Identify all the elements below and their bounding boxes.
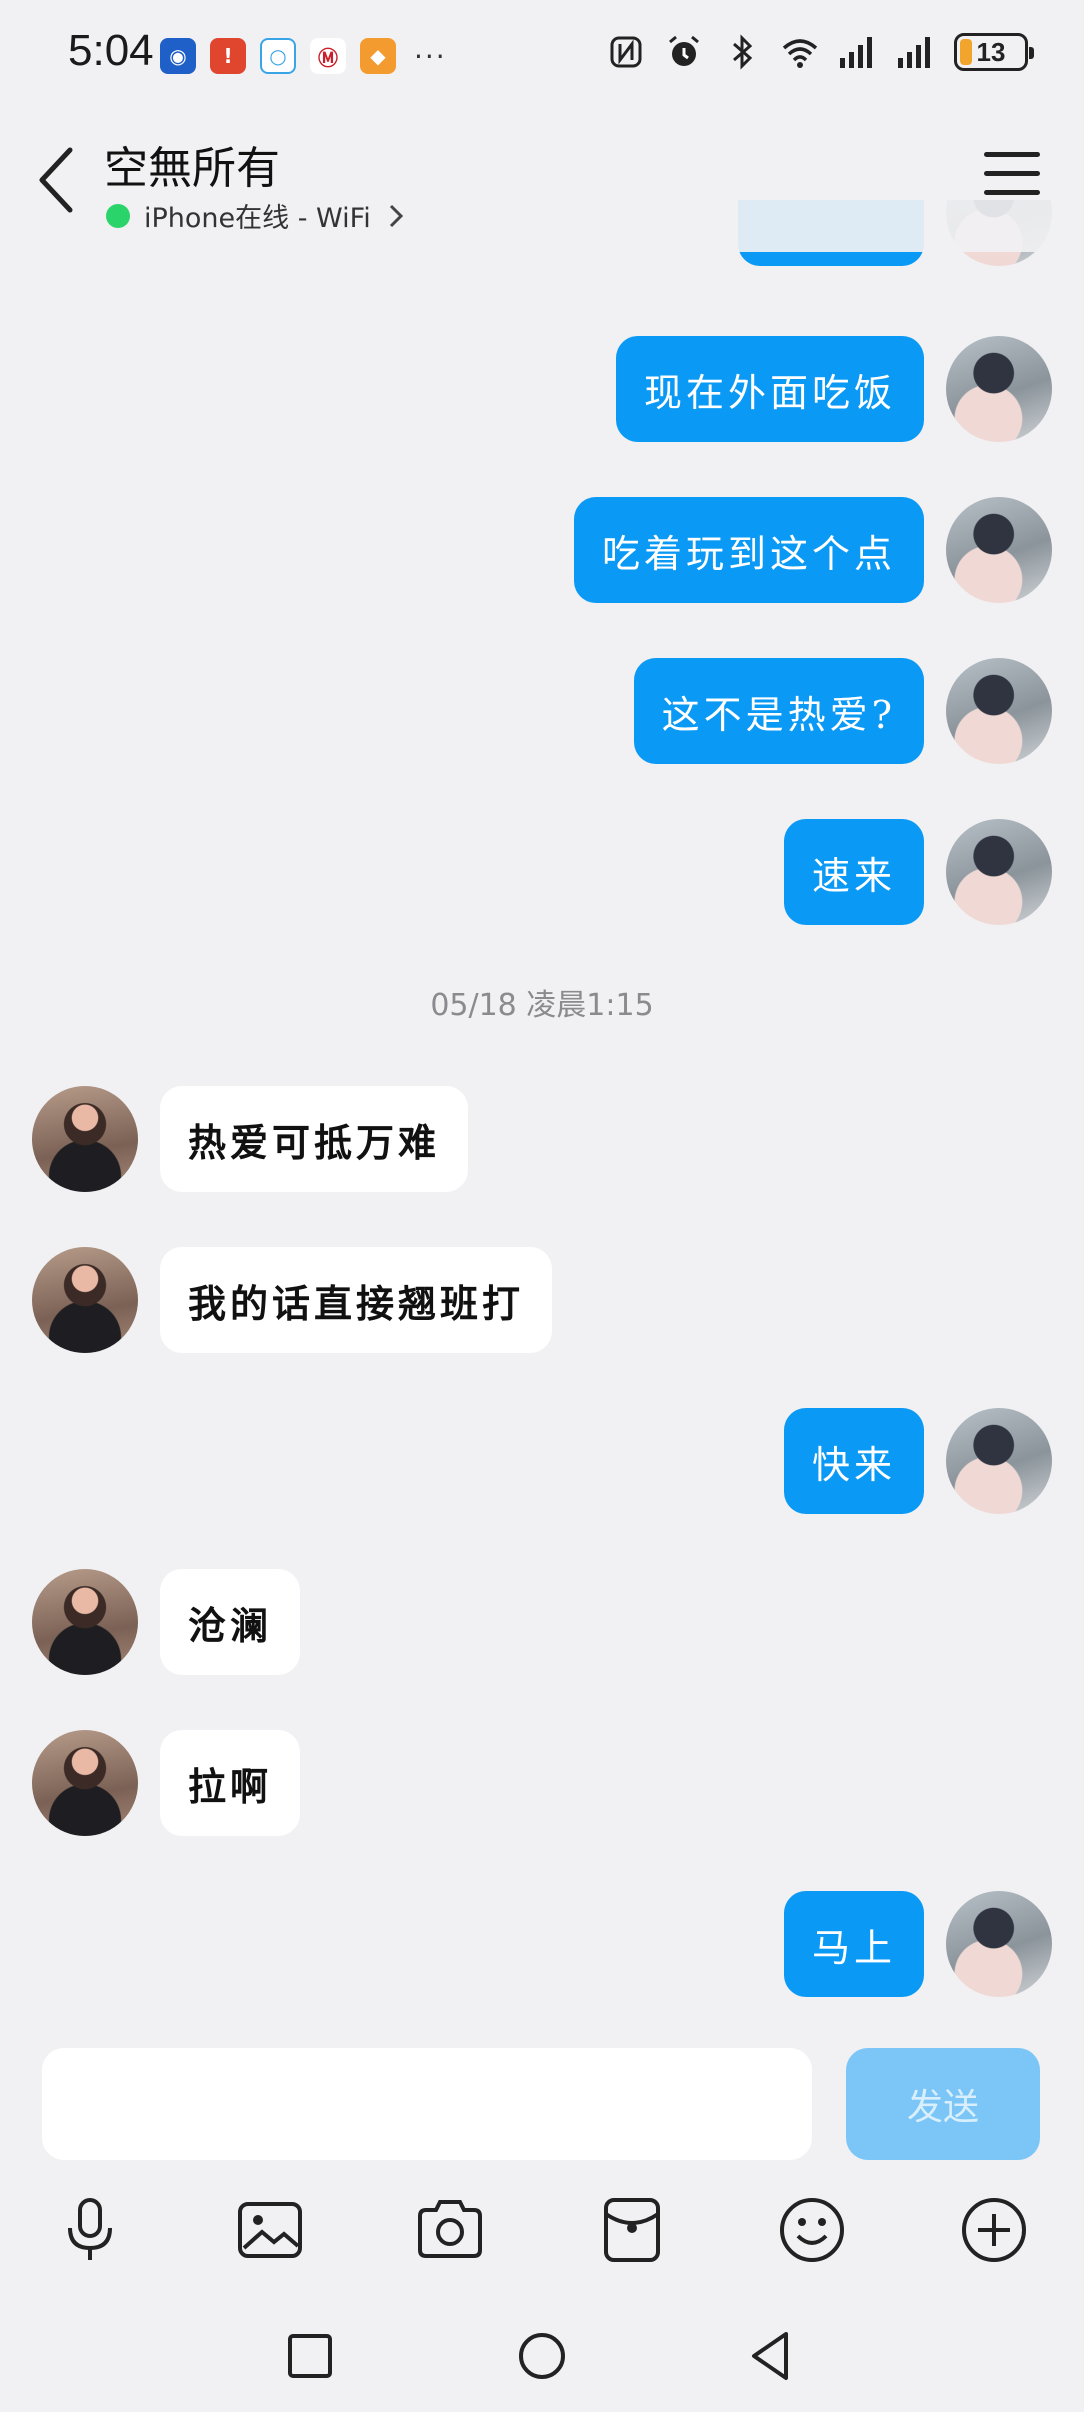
notification-app-icons: ◉ ! ○ Ⓜ ◆ ··· [160, 38, 447, 74]
microphone-icon[interactable] [50, 2190, 130, 2270]
message-composer: 发送 [0, 2030, 1084, 2170]
contact-name[interactable]: 空無所有 [104, 132, 280, 196]
back-nav-button[interactable] [740, 2324, 804, 2388]
message-bubble[interactable]: 我的话直接翘班打 [160, 1247, 553, 1353]
message-bubble[interactable]: 拉啊 [160, 1730, 301, 1836]
contact-avatar[interactable] [32, 1086, 138, 1192]
red-app-icon: ! [210, 38, 246, 74]
shopping-app-icon: ◆ [360, 38, 396, 74]
send-button[interactable]: 发送 [846, 2048, 1040, 2160]
nfc-icon [610, 36, 642, 68]
message-bubble[interactable]: 快来 [783, 1408, 924, 1514]
contact-avatar[interactable] [32, 1730, 138, 1836]
alarm-icon [669, 35, 699, 66]
battery-indicator: 13 [954, 33, 1034, 71]
emoji-icon[interactable] [772, 2190, 852, 2270]
signal-icon [898, 37, 930, 68]
message-row: 拉啊 [0, 1730, 1084, 1836]
message-row: 沧澜 [0, 1569, 1084, 1675]
recent-apps-button[interactable] [278, 2324, 342, 2388]
chat-header: 空無所有 iPhone在线 - WiFi [0, 110, 1084, 252]
message-input[interactable] [42, 2048, 812, 2160]
chat-bubble-app-icon: ○ [260, 38, 296, 74]
image-icon[interactable] [230, 2190, 310, 2270]
status-time: 5:04 [68, 26, 154, 75]
online-status[interactable]: iPhone在线 - WiFi [106, 196, 407, 235]
online-status-text: iPhone在线 - WiFi [144, 203, 371, 234]
signal-icon [840, 37, 872, 68]
red-packet-icon[interactable] [592, 2190, 672, 2270]
message-bubble[interactable]: 现在外面吃饭 [615, 336, 924, 442]
plus-icon[interactable] [954, 2190, 1034, 2270]
chevron-right-icon [389, 204, 403, 227]
message-bubble[interactable]: 沧澜 [160, 1569, 301, 1675]
system-status-icons: 13 [606, 32, 1034, 72]
payment-app-icon: ◉ [160, 38, 196, 74]
wifi-icon [782, 39, 818, 68]
message-bubble[interactable]: 速来 [783, 819, 924, 925]
my-avatar[interactable] [946, 819, 1052, 925]
my-avatar[interactable] [946, 1408, 1052, 1514]
message-bubble[interactable]: 马上 [783, 1891, 924, 1997]
my-avatar[interactable] [946, 658, 1052, 764]
bank-app-icon: Ⓜ [310, 38, 346, 74]
my-avatar[interactable] [946, 1891, 1052, 1997]
message-list[interactable]: 现在外面吃饭 吃着玩到这个点 这不是热爱? 速来 05/18 凌晨1:15 热爱… [0, 200, 1084, 2030]
contact-avatar[interactable] [32, 1569, 138, 1675]
contact-avatar[interactable] [32, 1247, 138, 1353]
system-navigation-bar [0, 2300, 1084, 2412]
message-row: 快来 [0, 1408, 1084, 1514]
more-notifications-indicator: ··· [414, 39, 447, 73]
message-row: 速来 [0, 819, 1084, 925]
battery-level: 13 [976, 36, 1006, 67]
message-row: 热爱可抵万难 [0, 1086, 1084, 1192]
message-row: 马上 [0, 1891, 1084, 1997]
message-bubble[interactable]: 这不是热爱? [633, 658, 924, 764]
menu-button[interactable] [984, 152, 1040, 200]
message-timestamp: 05/18 凌晨1:15 [430, 988, 654, 1023]
my-avatar[interactable] [946, 497, 1052, 603]
message-row: 现在外面吃饭 [0, 336, 1084, 442]
message-bubble[interactable]: 吃着玩到这个点 [573, 497, 924, 603]
online-dot-icon [106, 203, 130, 228]
status-bar: 5:04 ◉ ! ○ Ⓜ ◆ ··· 13 [0, 0, 1084, 110]
my-avatar[interactable] [946, 336, 1052, 442]
home-button[interactable] [510, 2324, 574, 2388]
message-row: 吃着玩到这个点 [0, 497, 1084, 603]
message-bubble[interactable]: 热爱可抵万难 [160, 1086, 469, 1192]
bluetooth-icon [733, 34, 753, 70]
message-row: 这不是热爱? [0, 658, 1084, 764]
message-row: 我的话直接翘班打 [0, 1247, 1084, 1353]
composer-toolbar [0, 2180, 1084, 2290]
back-button[interactable] [30, 140, 90, 220]
camera-icon[interactable] [410, 2190, 490, 2270]
